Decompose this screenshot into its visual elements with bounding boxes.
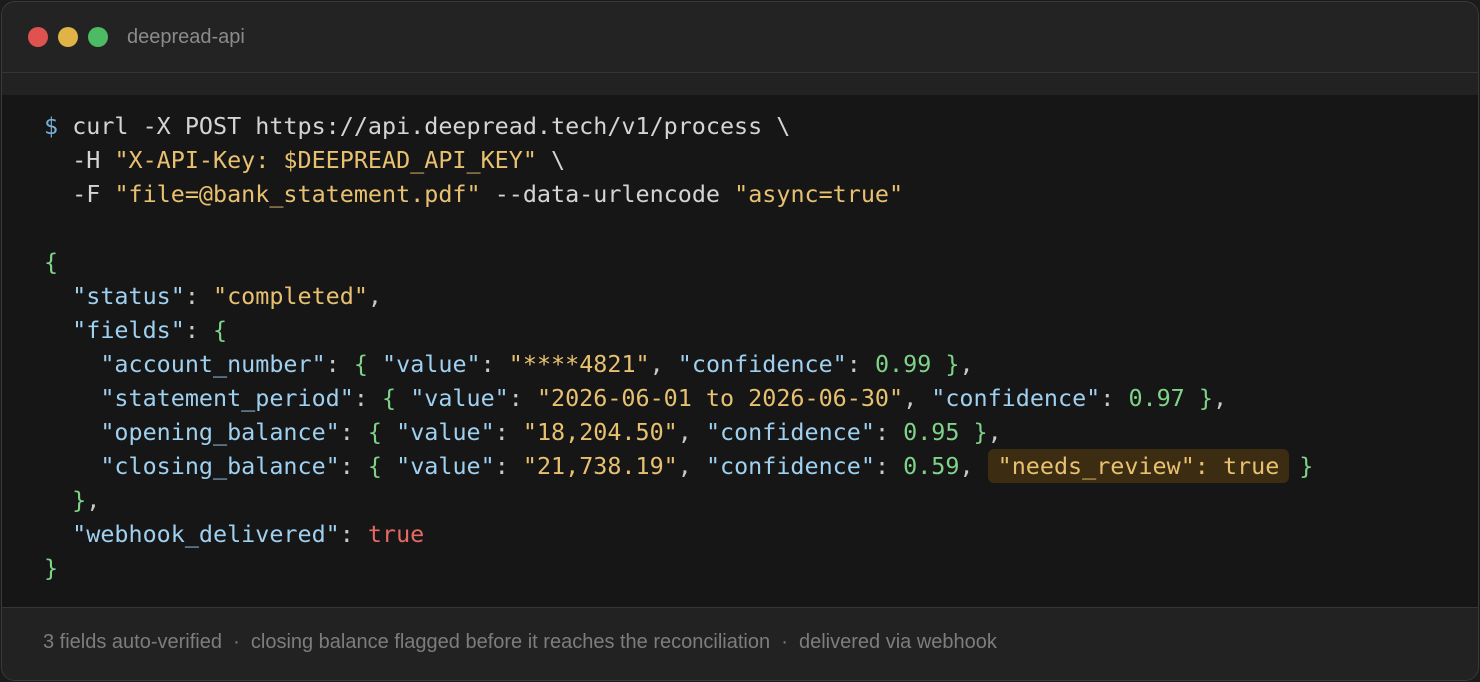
json-fields-close: },: [72, 486, 101, 514]
field-name: "statement_period": [100, 384, 354, 412]
window-title: deepread-api: [127, 26, 245, 48]
json-webhook-line: "webhook_delivered": true: [72, 520, 425, 548]
field-name: "opening_balance": [100, 418, 340, 446]
json-fields-line: "fields": {: [72, 316, 228, 344]
confidence-key: "confidence": [705, 452, 875, 480]
urlencode-option: --data-urlencode: [494, 180, 721, 208]
status-footer: 3 fields auto-verified · closing balance…: [2, 607, 1478, 680]
field-name: "closing_balance": [100, 452, 340, 480]
field-name: "account_number": [100, 350, 326, 378]
confidence-value: 0.97: [1128, 384, 1185, 412]
confidence-value: 0.95: [903, 418, 960, 446]
fields-key: "fields": [72, 316, 185, 344]
field-value: "****4821": [508, 350, 650, 378]
form-flag: -F: [72, 180, 101, 208]
value-key: "value": [382, 350, 481, 378]
confidence-value: 0.59: [903, 452, 960, 480]
needs-review-badge: "needs_review": true: [987, 449, 1290, 483]
confidence-key: "confidence": [931, 384, 1101, 412]
confidence-key: "confidence": [705, 418, 875, 446]
line-continuation: \: [551, 146, 566, 174]
field-row: "account_number": { "value": "****4821",…: [100, 350, 974, 378]
status-key: "status": [72, 282, 185, 310]
confidence-key: "confidence": [677, 350, 847, 378]
field-row: "opening_balance": { "value": "18,204.50…: [100, 418, 1002, 446]
field-value: "21,738.19": [522, 452, 678, 480]
api-key-header: "X-API-Key: $DEEPREAD_API_KEY": [114, 146, 537, 174]
toolbar-gap: [2, 73, 1478, 95]
confidence-value: 0.99: [874, 350, 932, 378]
field-row: "closing_balance": { "value": "21,738.19…: [44, 449, 1313, 483]
file-argument: "file=@bank_statement.pdf": [114, 180, 481, 208]
code-block: $ curl -X POST https://api.deepread.tech…: [2, 95, 1478, 607]
terminal-window: deepread-api $ curl -X POST https://api.…: [1, 1, 1479, 681]
value-key: "value": [396, 418, 495, 446]
async-argument: "async=true": [734, 180, 904, 208]
maximize-button[interactable]: [88, 27, 108, 47]
close-button[interactable]: [28, 27, 48, 47]
webhook-key: "webhook_delivered": [72, 520, 340, 548]
field-value: "2026-06-01 to 2026-06-30": [536, 384, 904, 412]
command-line-2: -H "X-API-Key: $DEEPREAD_API_KEY" \: [44, 143, 565, 177]
prompt-symbol: $: [44, 112, 59, 140]
json-open-brace: {: [44, 248, 59, 276]
command-line-3: -F "file=@bank_statement.pdf" --data-url…: [44, 177, 903, 211]
header-flag: -H: [72, 146, 101, 174]
json-close-brace: }: [44, 554, 59, 582]
status-value: "completed": [213, 282, 368, 310]
value-key: "value": [396, 452, 495, 480]
footer-summary: 3 fields auto-verified · closing balance…: [43, 631, 997, 653]
minimize-button[interactable]: [58, 27, 78, 47]
command-line-1: $ curl -X POST https://api.deepread.tech…: [44, 109, 790, 143]
title-bar: deepread-api: [2, 2, 1478, 73]
field-row: "statement_period": { "value": "2026-06-…: [100, 384, 1228, 412]
curl-command: curl -X POST https://api.deepread.tech/v…: [72, 112, 791, 140]
webhook-value: true: [367, 520, 425, 548]
json-status-line: "status": "completed",: [72, 282, 383, 310]
field-value: "18,204.50": [522, 418, 678, 446]
value-key: "value": [410, 384, 509, 412]
